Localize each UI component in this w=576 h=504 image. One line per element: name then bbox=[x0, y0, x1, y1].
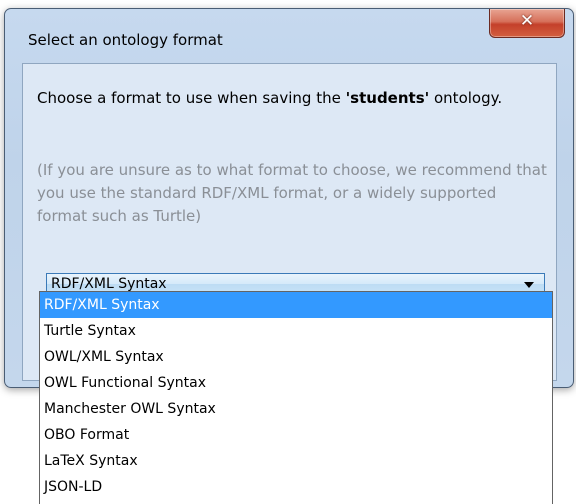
format-options-list[interactable]: RDF/XML Syntax Turtle Syntax OWL/XML Syn… bbox=[39, 291, 553, 504]
intro-suffix: ontology. bbox=[429, 89, 503, 107]
format-option[interactable]: LaTeX Syntax bbox=[40, 448, 552, 474]
format-option[interactable]: Turtle Syntax bbox=[40, 318, 552, 344]
format-option[interactable]: JSON-LD bbox=[40, 474, 552, 500]
dialog-title: Select an ontology format bbox=[28, 31, 223, 49]
format-option[interactable]: OWL Functional Syntax bbox=[40, 370, 552, 396]
format-option[interactable]: OBO Format bbox=[40, 422, 552, 448]
intro-prefix: Choose a format to use when saving the bbox=[37, 89, 346, 107]
format-option[interactable]: Manchester OWL Syntax bbox=[40, 396, 552, 422]
intro-text: Choose a format to use when saving the '… bbox=[37, 89, 502, 107]
format-option[interactable]: OWL/XML Syntax bbox=[40, 344, 552, 370]
close-icon: ✕ bbox=[519, 11, 535, 31]
format-option[interactable]: RDF/XML Syntax bbox=[40, 292, 552, 318]
ontology-name: 'students' bbox=[345, 89, 430, 107]
format-select-value: RDF/XML Syntax bbox=[51, 276, 167, 292]
screen: Select an ontology format ✕ Choose a for… bbox=[0, 0, 576, 504]
format-hint: (If you are unsure as to what format to … bbox=[37, 161, 547, 225]
close-button[interactable]: ✕ bbox=[489, 9, 565, 38]
chevron-down-icon[interactable] bbox=[524, 282, 534, 288]
